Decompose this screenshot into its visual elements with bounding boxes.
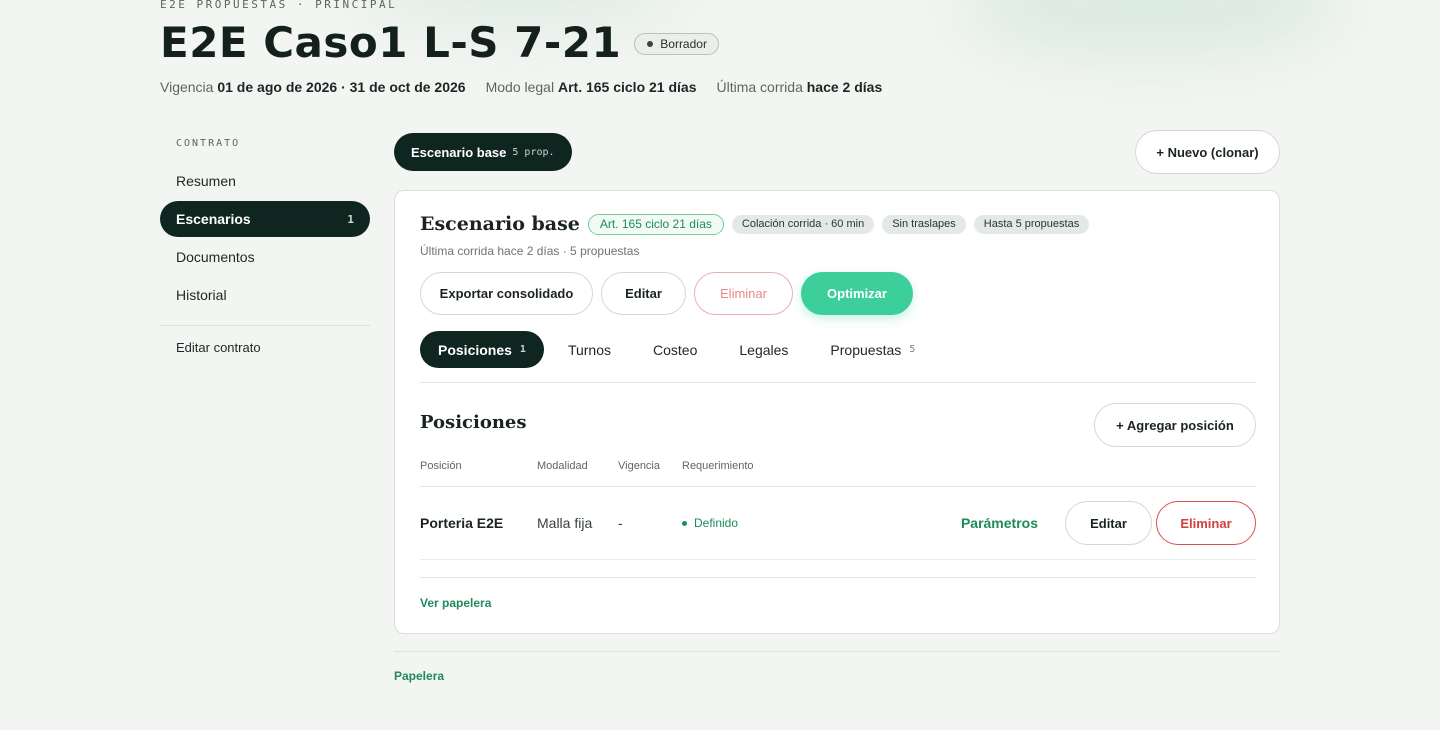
legal-mode-chip: Art. 165 ciclo 21 días: [587, 213, 724, 235]
tab-count: 5: [909, 344, 916, 355]
column-header-validity: Vigencia: [618, 460, 660, 472]
tab-propuestas[interactable]: Propuestas 5: [812, 331, 933, 368]
positions-table: Posición Modalidad Vigencia Requerimient…: [420, 455, 1256, 560]
tab-label: Legales: [739, 341, 789, 358]
column-header-requirement: Requerimiento: [682, 460, 754, 472]
positions-header: Posiciones + Agregar posición: [420, 403, 1256, 447]
sidebar-item-historial[interactable]: Historial: [160, 277, 370, 313]
edit-position-button[interactable]: Editar: [1065, 501, 1152, 545]
tab-label: Costeo: [653, 341, 698, 358]
requirement-label: Definido: [694, 516, 739, 530]
trash-link[interactable]: Papelera: [394, 669, 444, 683]
meta-last-run: Última corrida hace 2 días: [717, 79, 883, 95]
sidebar-divider: [160, 325, 370, 326]
sidebar-item-label: Escenarios: [176, 211, 251, 227]
contract-meta: Vigencia 01 de ago de 2026 · 31 de oct d…: [160, 79, 902, 95]
tab-legales[interactable]: Legales: [721, 331, 806, 368]
card-footer: Ver papelera: [420, 577, 1256, 610]
add-position-button[interactable]: + Agregar posición: [1094, 403, 1256, 447]
tab-turnos[interactable]: Turnos: [550, 331, 629, 368]
meta-label: Vigencia: [160, 79, 214, 95]
scenario-subtitle: Última corrida hace 2 días · 5 propuesta…: [420, 244, 640, 258]
chip-propuestas: Hasta 5 propuestas: [973, 214, 1090, 234]
sidebar-item-count: 1: [347, 212, 354, 226]
tab-label: Turnos: [567, 341, 612, 358]
position-validity: -: [618, 515, 623, 531]
scenario-actions: Exportar consolidado Editar Eliminar Opt…: [420, 272, 921, 315]
chip-colacion: Colación corrida · 60 min: [731, 214, 875, 234]
column-header-position: Posición: [420, 460, 462, 472]
delete-scenario-button[interactable]: Eliminar: [694, 272, 793, 315]
sidebar-item-escenarios[interactable]: Escenarios 1: [160, 201, 370, 237]
meta-value: Art. 165 ciclo 21 días: [557, 79, 697, 95]
new-scenario-button[interactable]: + Nuevo (clonar): [1135, 130, 1280, 174]
title-row: E2E Caso1 L-S 7-21 Borrador: [160, 18, 719, 68]
optimize-button[interactable]: Optimizar: [801, 272, 913, 315]
tab-label: Propuestas: [830, 341, 902, 358]
background-glow: [960, 0, 1340, 60]
scenario-section-tabs: Posiciones 1 Turnos Costeo Legales Propu…: [420, 331, 1256, 383]
sidebar-item-label: Historial: [176, 287, 227, 303]
status-label: Borrador: [660, 37, 707, 51]
scenario-tab-base[interactable]: Escenario base 5 prop.: [394, 133, 572, 171]
meta-label: Modo legal: [485, 79, 555, 95]
tab-count: 1: [519, 344, 526, 355]
parameters-link[interactable]: Parámetros: [961, 487, 1038, 559]
sidebar-item-documentos[interactable]: Documentos: [160, 239, 370, 275]
scenario-card: Escenario base Art. 165 ciclo 21 días Co…: [394, 190, 1280, 634]
delete-position-button[interactable]: Eliminar: [1156, 501, 1256, 545]
scenario-tab-label: Escenario base: [411, 144, 507, 160]
column-header-mode: Modalidad: [537, 460, 588, 472]
requirement-status: Definido: [682, 487, 738, 559]
sidebar-item-label: Resumen: [176, 173, 236, 189]
view-trash-link[interactable]: Ver papelera: [420, 596, 491, 610]
scenario-tab-count: 5 prop.: [512, 146, 555, 158]
meta-validity: Vigencia 01 de ago de 2026 · 31 de oct d…: [160, 79, 466, 95]
meta-value: 01 de ago de 2026 · 31 de oct de 2026: [217, 79, 466, 95]
tab-label: Posiciones: [438, 341, 512, 358]
table-header: Posición Modalidad Vigencia Requerimient…: [420, 455, 1256, 487]
edit-contract-link[interactable]: Editar contrato: [160, 340, 370, 355]
tab-posiciones[interactable]: Posiciones 1: [420, 331, 544, 368]
status-dot-icon: [647, 41, 654, 47]
scenario-tabs: Escenario base 5 prop. + Nuevo (clonar): [394, 130, 1280, 174]
meta-value: hace 2 días: [806, 79, 883, 95]
breadcrumb: E2E PROPUESTAS · PRINCIPAL: [160, 0, 398, 11]
sidebar-section-title: CONTRATO: [176, 138, 241, 149]
tab-costeo[interactable]: Costeo: [635, 331, 715, 368]
scenario-title: Escenario base: [420, 213, 580, 235]
position-name: Porteria E2E: [420, 515, 504, 531]
page-title: E2E Caso1 L-S 7-21: [160, 18, 622, 67]
status-dot-icon: [682, 520, 687, 526]
positions-title: Posiciones: [420, 412, 527, 433]
table-row: Porteria E2E Malla fija - Definido Parám…: [420, 487, 1256, 560]
sidebar-item-resumen[interactable]: Resumen: [160, 163, 370, 199]
sidebar-item-label: Documentos: [176, 249, 255, 265]
position-mode: Malla fija: [537, 515, 593, 531]
page-divider: [394, 651, 1280, 652]
edit-scenario-button[interactable]: Editar: [601, 272, 686, 315]
meta-legal-mode: Modo legal Art. 165 ciclo 21 días: [486, 79, 697, 95]
sidebar: CONTRATO Resumen Escenarios 1 Documentos…: [160, 138, 370, 355]
chip-traslapes: Sin traslapes: [882, 214, 966, 234]
export-button[interactable]: Exportar consolidado: [420, 272, 593, 315]
main-content: Escenario base 5 prop. + Nuevo (clonar) …: [394, 130, 1280, 683]
scenario-header: Escenario base Art. 165 ciclo 21 días Co…: [420, 213, 1097, 235]
status-badge: Borrador: [634, 33, 719, 55]
meta-label: Última corrida: [716, 79, 803, 95]
